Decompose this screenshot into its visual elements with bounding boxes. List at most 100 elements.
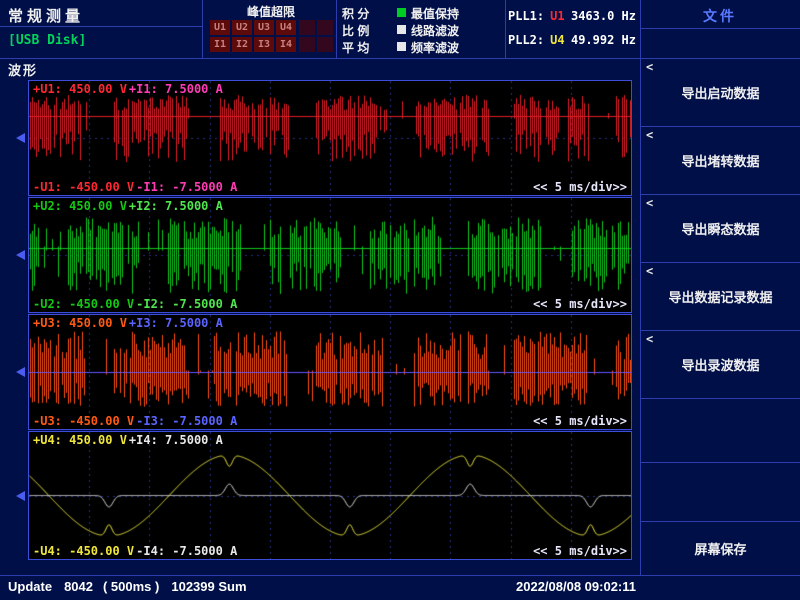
- sidebar-button-empty-slot-1: [641, 399, 800, 461]
- status-bar: Update 8042 ( 500ms ) 102399 Sum: [8, 579, 247, 594]
- scale-label: -I1: -7.5000 A: [136, 180, 237, 194]
- toggle-indicator-3[interactable]: [397, 42, 406, 51]
- waveform-canvas-ch1: [29, 81, 631, 195]
- filter-label-1: 最值保持: [411, 5, 459, 22]
- divider-line: [505, 0, 506, 58]
- peak-indicator-blank: [317, 20, 333, 35]
- scale-label: +U2: 450.00 V: [33, 199, 127, 213]
- peak-indicator-u3: U3: [254, 20, 274, 35]
- zero-marker-ch4: [16, 491, 25, 501]
- timebase-label: << 5 ms/div>>: [533, 180, 627, 194]
- peak-indicator-i2: I2: [232, 37, 252, 52]
- sidebar-button-screen-save[interactable]: 屏幕保存: [641, 522, 800, 574]
- scale-label: -U3: -450.00 V: [33, 414, 134, 428]
- mode-label-1: 积 分: [342, 5, 369, 22]
- pll-name: PLL2:: [508, 33, 544, 47]
- waveform-panel-ch2: +U2: 450.00 V+I2: 7.5000 A -U2: -450.00 V…: [28, 197, 632, 313]
- waveform-canvas-ch2: [29, 198, 631, 312]
- softkey-marker: <: [646, 196, 653, 210]
- panel-top-scale-labels: +U1: 450.00 V+I1: 7.5000 A: [33, 82, 223, 96]
- sidebar-button-export-startup-data[interactable]: < 导出启动数据: [641, 59, 800, 125]
- panel-bottom-scale-labels: -U2: -450.00 V-I2: -7.5000 A: [33, 297, 237, 311]
- softkey-marker: <: [646, 60, 653, 74]
- peak-indicator-blank: [317, 37, 333, 52]
- zero-marker-ch3: [16, 367, 25, 377]
- sidebar-button-label: 导出瞬态数据: [681, 219, 759, 238]
- divider-line: [0, 26, 202, 27]
- usb-disk-status: [USB Disk]: [8, 33, 86, 48]
- pll-name: PLL1:: [508, 9, 544, 23]
- toggle-indicator-1[interactable]: [397, 8, 406, 17]
- timebase-label: << 5 ms/div>>: [533, 297, 627, 311]
- peak-over-limit-title: 峰值超限: [206, 3, 336, 20]
- mode-label-3: 平 均: [342, 39, 369, 56]
- filter-label-2: 线路滤波: [411, 22, 459, 39]
- panel-bottom-scale-labels: -U1: -450.00 V-I1: -7.5000 A: [33, 180, 237, 194]
- sidebar-button-export-datalog-data[interactable]: <导出数据记录数据: [641, 263, 800, 329]
- softkey-marker: <: [646, 264, 653, 278]
- waveform-panel-ch1: +U1: 450.00 V+I1: 7.5000 A -U1: -450.00 V…: [28, 80, 632, 196]
- sidebar-button-label: 导出堵转数据: [681, 151, 759, 170]
- panel-top-scale-labels: +U3: 450.00 V+I3: 7.5000 A: [33, 316, 223, 330]
- toggle-indicator-2[interactable]: [397, 25, 406, 34]
- scale-label: +I1: 7.5000 A: [129, 82, 223, 96]
- timebase-label: << 5 ms/div>>: [533, 544, 627, 558]
- filter-label-3: 频率滤波: [411, 39, 459, 56]
- sidebar-button-label: 导出启动数据: [681, 83, 759, 102]
- scale-label: +I4: 7.5000 A: [129, 433, 223, 447]
- scale-label: -U2: -450.00 V: [33, 297, 134, 311]
- scale-label: -U1: -450.00 V: [33, 180, 134, 194]
- panel-bottom-scale-labels: -U3: -450.00 V-I3: -7.5000 A: [33, 414, 237, 428]
- waveform-panel-ch4: +U4: 450.00 V+I4: 7.5000 A -U4: -450.00 V…: [28, 431, 632, 560]
- power-analyzer-screen: 常规测量 [USB Disk] 波形 峰值超限 文件 Update 8042 (…: [0, 0, 800, 600]
- pll-box: PLL1: U1 3463.0 Hz PLL2: U4 49.992 Hz: [508, 4, 636, 52]
- divider-line: [0, 575, 800, 576]
- panel-bottom-scale-labels: -U4: -450.00 V-I4: -7.5000 A: [33, 544, 237, 558]
- pll-value: 49.992 Hz: [571, 33, 636, 47]
- update-label: Update: [8, 579, 52, 594]
- peak-indicator-u4: U4: [276, 20, 296, 35]
- zero-marker-ch1: [16, 133, 25, 143]
- update-count: 8042: [64, 579, 93, 594]
- panel-top-scale-labels: +U4: 450.00 V+I4: 7.5000 A: [33, 433, 223, 447]
- scale-label: +I2: 7.5000 A: [129, 199, 223, 213]
- softkey-marker: <: [646, 128, 653, 142]
- scale-label: -I3: -7.5000 A: [136, 414, 237, 428]
- pll-source: U1: [550, 9, 564, 23]
- update-interval: ( 500ms ): [103, 579, 159, 594]
- peak-indicator-u2: U2: [232, 20, 252, 35]
- softkey-marker: <: [646, 332, 653, 346]
- pll-row-2: PLL2: U4 49.992 Hz: [508, 28, 636, 52]
- waveform-section-label: 波形: [8, 60, 38, 79]
- waveform-panel-ch3: +U3: 450.00 V+I3: 7.5000 A -U3: -450.00 V…: [28, 314, 632, 430]
- timebase-label: << 5 ms/div>>: [533, 414, 627, 428]
- sidebar-button-export-recorded-wave-data[interactable]: < 导出录波数据: [641, 331, 800, 397]
- zero-marker-ch2: [16, 250, 25, 260]
- sidebar-button-label: 屏幕保存: [694, 539, 746, 558]
- sidebar-button-label: 导出录波数据: [681, 355, 759, 374]
- scale-label: -U4: -450.00 V: [33, 544, 134, 558]
- sidebar-button-export-transient-data[interactable]: < 导出瞬态数据: [641, 195, 800, 261]
- peak-indicator-blank: [299, 37, 315, 52]
- file-menu-title: 文件: [640, 6, 800, 26]
- sidebar-button-empty-slot-2: [641, 463, 800, 520]
- peak-indicator-blank: [299, 20, 315, 35]
- pll-row-1: PLL1: U1 3463.0 Hz: [508, 4, 636, 28]
- peak-indicator-i1: I1: [210, 37, 230, 52]
- scale-label: -I4: -7.5000 A: [136, 544, 237, 558]
- peak-indicator-i3: I3: [254, 37, 274, 52]
- pll-value: 3463.0 Hz: [571, 9, 636, 23]
- sidebar-button-export-stall-data[interactable]: < 导出堵转数据: [641, 127, 800, 193]
- scale-label: -I2: -7.5000 A: [136, 297, 237, 311]
- waveform-canvas-ch3: [29, 315, 631, 429]
- scale-label: +U1: 450.00 V: [33, 82, 127, 96]
- measure-mode-title: 常规测量: [8, 5, 84, 26]
- divider-line: [640, 28, 800, 29]
- divider-line: [202, 0, 203, 58]
- panel-top-scale-labels: +U2: 450.00 V+I2: 7.5000 A: [33, 199, 223, 213]
- pll-source: U4: [550, 33, 564, 47]
- scale-label: +U4: 450.00 V: [33, 433, 127, 447]
- sample-sum: 102399 Sum: [171, 579, 246, 594]
- scale-label: +I3: 7.5000 A: [129, 316, 223, 330]
- scale-label: +U3: 450.00 V: [33, 316, 127, 330]
